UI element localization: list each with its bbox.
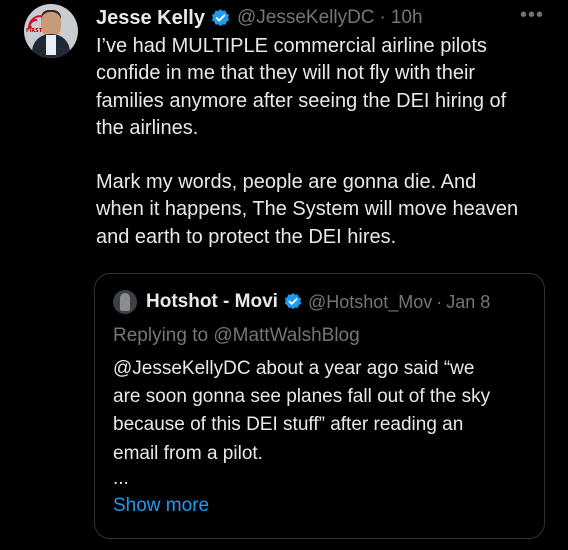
quoted-author-avatar[interactable] (113, 290, 137, 314)
quoted-author-handle[interactable]: @Hotshot_Mov (308, 292, 432, 313)
tweet-body: I’ve had MULTIPLE commercial airline pil… (96, 33, 546, 251)
avatar-figure (120, 293, 130, 311)
author-name[interactable]: Jesse Kelly (96, 7, 205, 30)
separator-dot: · (379, 7, 386, 28)
author-handle[interactable]: @JesseKellyDC (237, 7, 375, 29)
quoted-tweet[interactable]: Hotshot - Movi @Hotshot_Mov · Jan 8 Repl… (94, 273, 545, 539)
verified-badge-icon (284, 293, 302, 310)
verified-badge-icon (211, 8, 229, 26)
tweet-avatar[interactable]: FIRST (24, 4, 78, 58)
avatar-logo-text: FIRST (26, 28, 43, 34)
avatar-shirt (46, 35, 56, 55)
tweet-paragraph: Mark my words, people are gonna die. And… (96, 171, 519, 248)
tweet-timestamp[interactable]: 10h (391, 7, 423, 29)
quoted-tweet-text: @JesseKellyDC about a year ago said “we … (113, 358, 491, 464)
show-more-link[interactable]: Show more (113, 495, 209, 517)
replying-to: Replying to @MattWalshBlog (113, 325, 360, 346)
quoted-author-name[interactable]: Hotshot - Movi (146, 291, 278, 313)
separator-dot: · (436, 291, 443, 312)
tweet-paragraph: I’ve had MULTIPLE commercial airline pil… (96, 35, 507, 139)
quoted-tweet-header: Hotshot - Movi @Hotshot_Mov · Jan 8 (113, 290, 490, 314)
quoted-timestamp[interactable]: Jan 8 (446, 292, 490, 313)
more-options-icon[interactable]: ••• (520, 4, 544, 27)
tweet-header: Jesse Kelly @JesseKellyDC · 10h (96, 5, 423, 31)
truncation-ellipsis: ... (113, 468, 129, 489)
